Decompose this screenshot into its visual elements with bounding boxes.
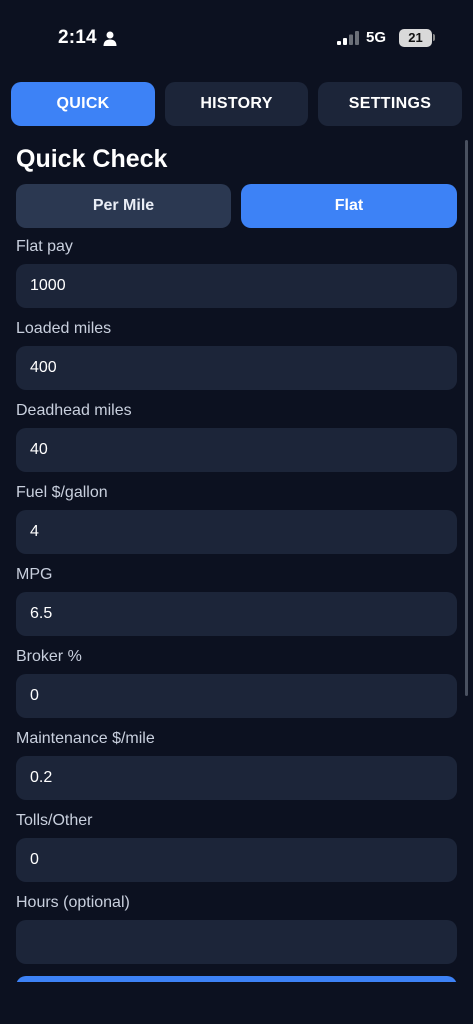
tab-quick[interactable]: QUICK <box>11 82 155 126</box>
hours-input[interactable] <box>16 920 457 964</box>
per-mile-toggle-button[interactable]: Per Mile <box>16 184 231 228</box>
status-time: 2:14 <box>58 27 97 48</box>
tolls-other-label: Tolls/Other <box>16 812 93 829</box>
maintenance-input[interactable] <box>16 756 457 800</box>
flat-toggle-button[interactable]: Flat <box>241 184 457 228</box>
flat-pay-input[interactable] <box>16 264 457 308</box>
tolls-other-input[interactable] <box>16 838 457 882</box>
deadhead-miles-input[interactable] <box>16 428 457 472</box>
loaded-miles-label: Loaded miles <box>16 320 112 337</box>
broker-percent-label: Broker % <box>16 648 82 665</box>
deadhead-miles-label: Deadhead miles <box>16 402 132 419</box>
maintenance-label: Maintenance $/mile <box>16 730 155 747</box>
cellular-signal-icon <box>337 31 359 45</box>
tab-settings[interactable]: SETTINGS <box>318 82 462 126</box>
scrollbar[interactable] <box>465 140 468 696</box>
person-icon <box>103 31 117 46</box>
network-type: 5G <box>366 29 387 46</box>
fuel-price-input[interactable] <box>16 510 457 554</box>
tab-bar: QUICK HISTORY SETTINGS <box>11 82 462 126</box>
app-screen: 2:14 5G 21 QUICK HISTORY SETTINGS Quick … <box>0 0 473 1024</box>
broker-percent-input[interactable] <box>16 674 457 718</box>
mpg-label: MPG <box>16 566 53 583</box>
battery-nub <box>433 34 435 41</box>
page-title: Quick Check <box>16 145 168 173</box>
mpg-input[interactable] <box>16 592 457 636</box>
flat-pay-label: Flat pay <box>16 238 73 255</box>
status-bar: 2:14 5G 21 <box>0 0 473 76</box>
loaded-miles-input[interactable] <box>16 346 457 390</box>
bottom-safe-area <box>0 982 473 1024</box>
battery-icon: 21 <box>399 29 432 47</box>
hours-label: Hours (optional) <box>16 894 130 911</box>
fuel-price-label: Fuel $/gallon <box>16 484 108 501</box>
tab-history[interactable]: HISTORY <box>165 82 308 126</box>
